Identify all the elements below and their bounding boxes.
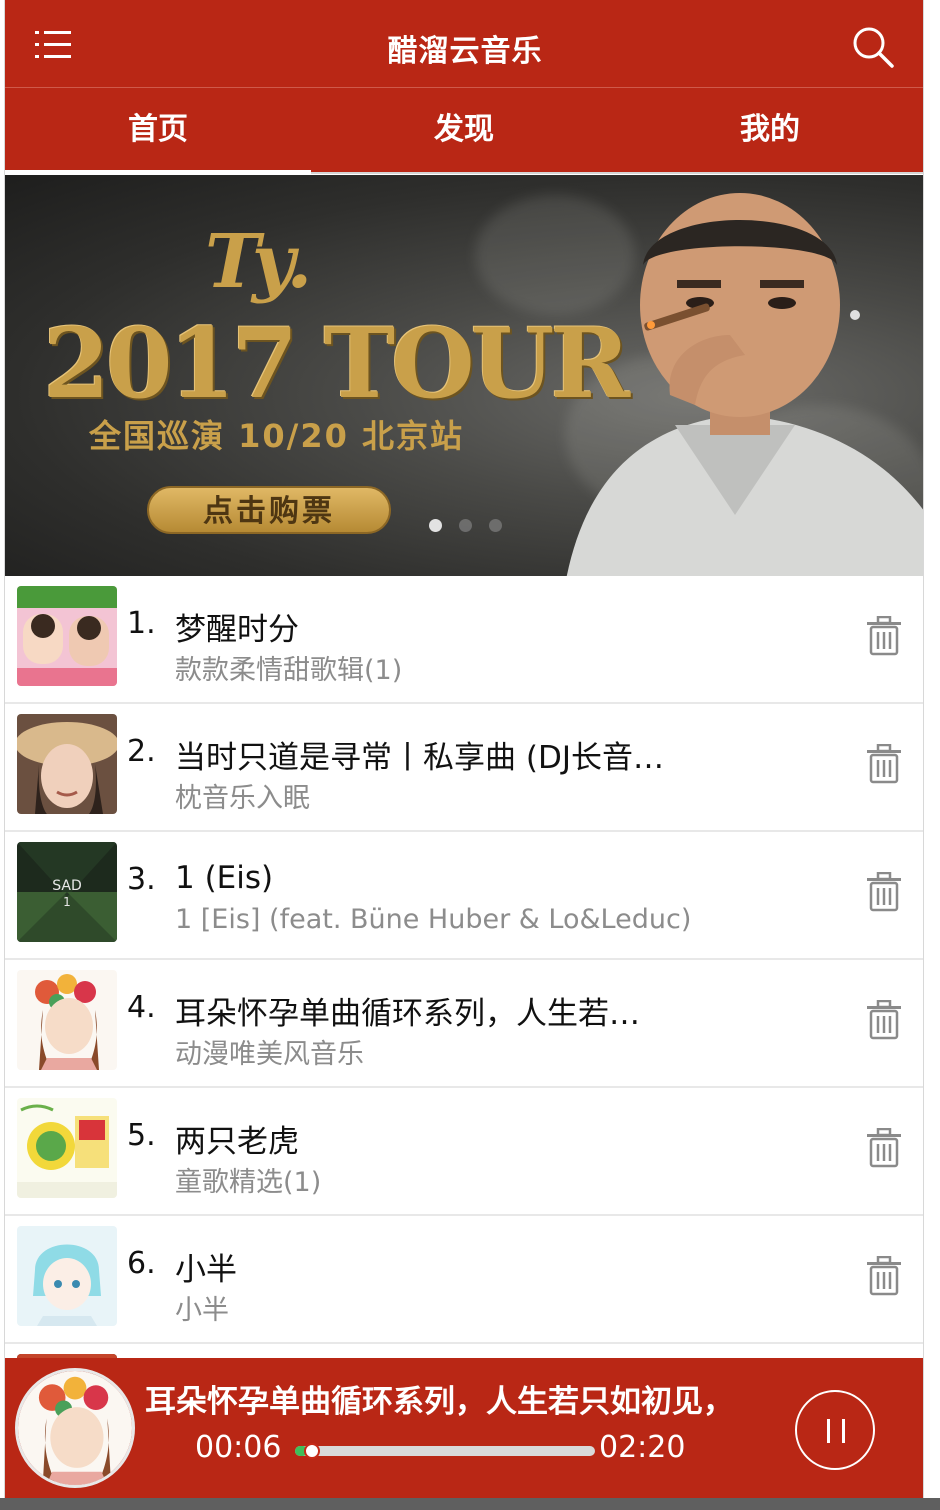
app-title: 醋溜云音乐 bbox=[387, 34, 543, 69]
music-app: 醋溜云音乐 首页 发现 我的 Ty. 2017 TOUR 全国巡演 10/20 … bbox=[4, 0, 924, 1510]
song-row[interactable]: 2. 当时只道是寻常丨私享曲 (DJ长音… 枕音乐入眠 bbox=[5, 704, 923, 832]
trash-icon[interactable] bbox=[865, 744, 903, 784]
song-number: 6. bbox=[127, 1246, 156, 1281]
carousel-dot[interactable] bbox=[489, 519, 502, 532]
song-row[interactable]: SAD 1 3. 1 (Eis) 1 [Eis] (feat. Büne Hub… bbox=[5, 832, 923, 960]
album-cover: SAD 1 bbox=[17, 842, 117, 942]
album-cover bbox=[17, 970, 117, 1070]
song-title: 小半 bbox=[175, 1252, 237, 1288]
trash-icon[interactable] bbox=[865, 1256, 903, 1296]
song-number: 4. bbox=[127, 990, 156, 1025]
window-bottom-edge bbox=[0, 1498, 940, 1510]
carousel-dot[interactable] bbox=[429, 519, 442, 532]
progress-bar[interactable] bbox=[295, 1443, 595, 1459]
album-cover bbox=[17, 586, 117, 686]
song-artist: 枕音乐入眠 bbox=[175, 783, 310, 814]
song-row[interactable]: 5. 两只老虎 童歌精选(1) bbox=[5, 1088, 923, 1216]
song-artist: 童歌精选(1) bbox=[175, 1167, 322, 1198]
active-tab-indicator bbox=[5, 170, 311, 174]
app-header: 醋溜云音乐 bbox=[5, 0, 923, 88]
song-artist: 款款柔情甜歌辑(1) bbox=[175, 655, 403, 686]
album-cover bbox=[17, 1098, 117, 1198]
total-time: 02:20 bbox=[599, 1430, 686, 1465]
trash-icon[interactable] bbox=[865, 616, 903, 656]
svg-text:SAD: SAD bbox=[52, 878, 82, 894]
song-number: 3. bbox=[127, 862, 156, 897]
song-number: 2. bbox=[127, 734, 156, 769]
song-row[interactable]: 4. 耳朵怀孕单曲循环系列，人生若… 动漫唯美风音乐 bbox=[5, 960, 923, 1088]
song-row[interactable]: 6. 小半 小半 bbox=[5, 1216, 923, 1344]
song-artist: 动漫唯美风音乐 bbox=[175, 1039, 364, 1070]
trash-icon[interactable] bbox=[865, 872, 903, 912]
song-title: 当时只道是寻常丨私享曲 (DJ长音… bbox=[175, 740, 664, 776]
album-cover bbox=[17, 1226, 117, 1326]
tab-mine[interactable]: 我的 bbox=[617, 88, 923, 174]
pause-icon bbox=[827, 1419, 830, 1443]
progress-handle[interactable] bbox=[303, 1443, 320, 1459]
tab-discover[interactable]: 发现 bbox=[311, 88, 617, 174]
song-artist: 1 [Eis] (feat. Büne Huber & Lo&Leduc) bbox=[175, 904, 692, 935]
current-time: 00:06 bbox=[195, 1430, 282, 1465]
song-number: 5. bbox=[127, 1118, 156, 1153]
banner-subline: 全国巡演 10/20 北京站 bbox=[89, 417, 465, 455]
song-row[interactable]: 1. 梦醒时分 款款柔情甜歌辑(1) bbox=[5, 576, 923, 704]
buy-ticket-button[interactable]: 点击购票 bbox=[147, 486, 391, 534]
song-title: 两只老虎 bbox=[175, 1124, 299, 1160]
album-cover bbox=[17, 714, 117, 814]
svg-text:Ty.: Ty. bbox=[205, 219, 312, 305]
now-playing-bar[interactable]: 耳朵怀孕单曲循环系列，人生若只如初见， 00:06 02:20 bbox=[5, 1358, 923, 1498]
pause-icon bbox=[842, 1419, 845, 1443]
song-number: 1. bbox=[127, 606, 156, 641]
now-playing-title: 耳朵怀孕单曲循环系列，人生若只如初见， bbox=[145, 1384, 734, 1420]
song-artist: 小半 bbox=[175, 1295, 229, 1326]
pause-button[interactable] bbox=[795, 1390, 875, 1470]
trash-icon[interactable] bbox=[865, 1000, 903, 1040]
ty-logo-icon: Ty. bbox=[205, 219, 312, 305]
song-title: 梦醒时分 bbox=[175, 612, 299, 648]
trash-icon[interactable] bbox=[865, 1128, 903, 1168]
carousel-dots bbox=[429, 519, 509, 533]
tab-bar: 首页 发现 我的 bbox=[5, 88, 923, 174]
carousel-dot[interactable] bbox=[459, 519, 472, 532]
search-icon[interactable] bbox=[850, 24, 896, 70]
now-playing-cover bbox=[15, 1368, 135, 1488]
song-title: 1 (Eis) bbox=[175, 860, 274, 896]
song-title: 耳朵怀孕单曲循环系列，人生若… bbox=[175, 996, 640, 1032]
banner-headline: 2017 TOUR bbox=[43, 307, 630, 420]
tab-home[interactable]: 首页 bbox=[5, 88, 311, 174]
svg-text:1: 1 bbox=[63, 895, 71, 909]
promo-banner[interactable]: Ty. 2017 TOUR 全国巡演 10/20 北京站 点击购票 bbox=[5, 175, 923, 576]
